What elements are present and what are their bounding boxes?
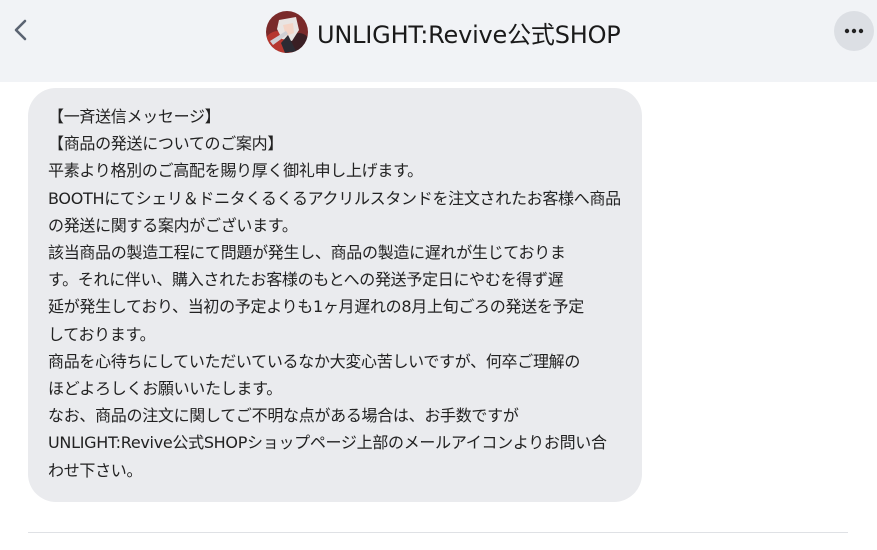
message-line: 延が発生しており、当初の予定よりも1ヶ月遅れの8月上旬ごろの発送を予定 <box>48 297 584 317</box>
more-options-button[interactable] <box>834 11 874 51</box>
message-line: 【商品の発送についてのご案内】 <box>48 134 284 154</box>
message-line: BOOTHにてシェリ＆ドニタくるくるアクリルスタンドを注文されたお客様へ商品 <box>48 188 621 208</box>
message-line: しております。 <box>48 324 156 344</box>
message-line: 平素より格別のご高配を賜り厚く御礼申し上げます。 <box>48 161 423 181</box>
message-line: 【一斉送信メッセージ】 <box>48 107 221 126</box>
message-line: わせ下さい。 <box>48 460 143 480</box>
chevron-left-icon <box>14 19 27 41</box>
message-line: UNLIGHT:Revive公式SHOPショップページ上部のメールアイコンよりお… <box>48 433 607 453</box>
message-line: す。それに伴い、購入されたお客様のもとへの発送予定日にやむを得ず遅 <box>48 270 564 290</box>
shop-title: UNLIGHT:Revive公式SHOP <box>317 20 621 49</box>
avatar <box>266 11 308 53</box>
ellipsis-icon <box>844 28 864 34</box>
message-line: 商品を心待ちにしていただいているなか大変心苦しいですが、何卒ご理解の <box>48 351 581 371</box>
message-line: なお、商品の注文に関してご不明な点がある場合は、お手数ですが <box>48 406 519 426</box>
back-button[interactable] <box>6 14 36 46</box>
shop-title-group[interactable]: UNLIGHT:Revive公式SHOP <box>266 11 621 53</box>
message-line: の発送に関する案内がございます。 <box>48 215 298 235</box>
message-line: ほどよろしくお願いいたします。 <box>48 379 282 399</box>
divider <box>28 532 848 533</box>
chat-header: UNLIGHT:Revive公式SHOP <box>0 0 877 82</box>
message-bubble: 【一斉送信メッセージ】 【商品の発送についてのご案内】 平素より格別のご高配を賜… <box>28 88 642 502</box>
message-line: 該当商品の製造工程にて問題が発生し、商品の製造に遅れが生じておりま <box>48 243 566 263</box>
